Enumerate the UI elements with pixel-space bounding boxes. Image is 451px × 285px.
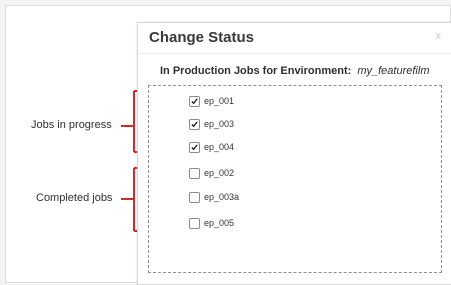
job-label-ep-002: ep_002: [204, 168, 235, 178]
job-label-ep-001: ep_001: [204, 96, 235, 106]
job-row-ep-004[interactable]: ep_004: [189, 140, 234, 154]
job-checkbox-ep-002[interactable]: [189, 167, 200, 179]
dialog-title: Change Status: [149, 29, 255, 46]
dialog-header: Change Status x: [138, 23, 451, 54]
jobs-list: ep_001 ep_003 ep_004 ep_002 ep_003a ep_0…: [148, 85, 442, 273]
checkmark-icon: [191, 143, 198, 150]
job-label-ep-003: ep_003: [204, 119, 235, 129]
job-checkbox-ep-003a[interactable]: [189, 191, 200, 203]
job-checkbox-ep-005[interactable]: [189, 217, 200, 229]
job-label-ep-004: ep_004: [204, 142, 235, 152]
environment-label: In Production Jobs for Environment:: [160, 65, 352, 77]
environment-value: my_featurefilm: [357, 65, 430, 77]
job-label-ep-005: ep_005: [204, 218, 235, 228]
checkmark-icon: [191, 97, 198, 104]
environment-line: In Production Jobs for Environment: my_f…: [160, 65, 429, 77]
job-row-ep-001[interactable]: ep_001: [189, 94, 234, 108]
change-status-dialog: Change Status x In Production Jobs for E…: [137, 22, 451, 285]
job-checkbox-ep-001[interactable]: [189, 95, 200, 107]
job-row-ep-003a[interactable]: ep_003a: [189, 190, 239, 204]
checkmark-icon: [191, 120, 198, 127]
completed-jobs-label: Completed jobs: [36, 192, 113, 204]
close-icon[interactable]: x: [436, 31, 442, 42]
jobs-in-progress-label: Jobs in progress: [31, 119, 112, 131]
job-row-ep-002[interactable]: ep_002: [189, 166, 234, 180]
job-row-ep-003[interactable]: ep_003: [189, 117, 234, 131]
job-label-ep-003a: ep_003a: [204, 192, 240, 202]
job-row-ep-005[interactable]: ep_005: [189, 216, 234, 230]
job-checkbox-ep-004[interactable]: [189, 141, 200, 153]
job-checkbox-ep-003[interactable]: [189, 118, 200, 130]
